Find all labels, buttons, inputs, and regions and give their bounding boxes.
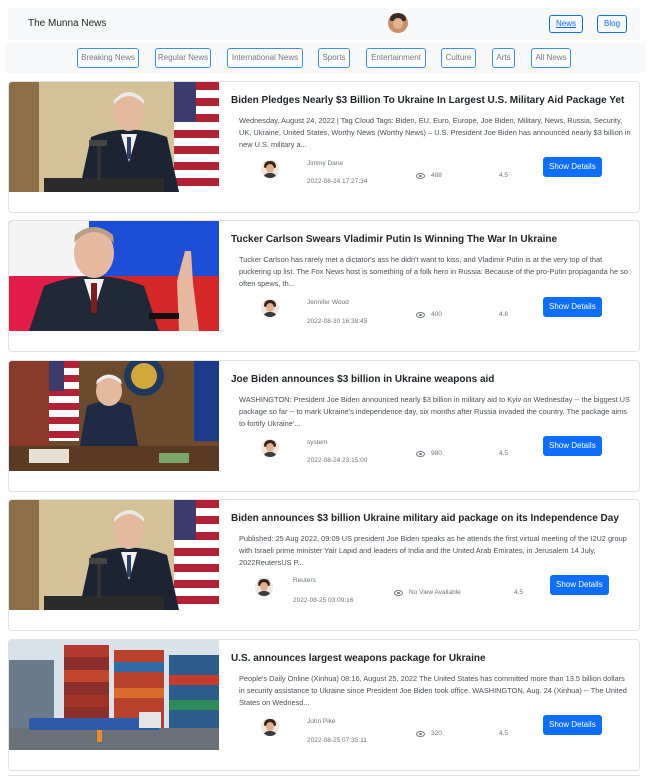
article-title[interactable]: Tucker Carlson Swears Vladimir Putin Is … <box>231 234 631 245</box>
author-name: Reuters <box>293 577 316 584</box>
show-details-button[interactable]: Show Details <box>550 575 609 595</box>
eye-icon <box>416 450 425 457</box>
cargo-port-photo <box>9 640 219 750</box>
category-bar: Breaking News Regular News International… <box>5 43 645 73</box>
view-count: 488 <box>416 172 442 179</box>
article-excerpt: People's Daily Online (Xinhua) 08:16, Au… <box>239 674 627 707</box>
author-avatar <box>261 299 279 317</box>
next-card-edge <box>8 775 640 780</box>
view-count: 320 <box>416 730 442 737</box>
author-name: system <box>307 439 328 446</box>
news-card: U.S. announces largest weapons package f… <box>8 639 640 771</box>
eye-icon <box>416 172 425 179</box>
show-details-button[interactable]: Show Details <box>543 436 602 456</box>
author-avatar <box>261 718 279 736</box>
eye-icon <box>416 730 425 737</box>
view-count: 980 <box>416 450 442 457</box>
article-excerpt: Published: 25 Aug 2022, 09:09 US preside… <box>239 534 627 567</box>
publish-date: 2022-08-25 03:09:16 <box>293 597 354 604</box>
publish-date: 2022-08-24 17:27:34 <box>307 178 368 185</box>
article-excerpt: Tucker Carlson has rarely met a dictator… <box>239 255 628 288</box>
publish-date: 2022-08-25 07:35:11 <box>307 737 367 744</box>
category-regular-news[interactable]: Regular News <box>155 48 211 68</box>
category-sports[interactable]: Sports <box>318 48 350 68</box>
author-avatar <box>261 160 279 178</box>
rating: 4.5 <box>499 730 509 737</box>
rating: 4.5 <box>499 172 509 179</box>
article-title[interactable]: Biden Pledges Nearly $3 Billion To Ukrai… <box>231 95 631 106</box>
biden-podium-photo <box>9 82 219 192</box>
author-name: Jimmy Dane <box>307 160 344 167</box>
rating: 4.8 <box>499 311 509 318</box>
article-title[interactable]: U.S. announces largest weapons package f… <box>231 653 631 664</box>
article-title[interactable]: Joe Biden announces $3 billion in Ukrain… <box>231 374 631 385</box>
brand-name[interactable]: The Munna News <box>28 18 106 29</box>
category-arts[interactable]: Arts <box>492 48 515 68</box>
eye-icon <box>394 589 403 596</box>
profile-avatar[interactable] <box>388 13 408 33</box>
news-card: Joe Biden announces $3 billion in Ukrain… <box>8 360 640 492</box>
news-card: Biden announces $3 billion Ukraine milit… <box>8 499 640 631</box>
blog-button[interactable]: Blog <box>597 15 628 33</box>
category-breaking-news[interactable]: Breaking News <box>77 48 139 68</box>
category-culture[interactable]: Culture <box>441 48 476 68</box>
news-card: Tucker Carlson Swears Vladimir Putin Is … <box>8 220 640 352</box>
biden-desk-photo <box>9 361 219 471</box>
publish-date: 2022-08-24 23:15:00 <box>307 457 368 464</box>
author-avatar <box>261 439 279 457</box>
putin-speaking-photo <box>9 221 219 331</box>
author-avatar <box>255 578 273 596</box>
show-details-button[interactable]: Show Details <box>543 157 602 177</box>
show-details-button[interactable]: Show Details <box>543 715 602 735</box>
article-excerpt: WASHINGTON: President Joe Biden announce… <box>239 395 630 428</box>
rating: 4.5 <box>514 589 524 596</box>
category-entertainment[interactable]: Entertainment <box>366 48 426 68</box>
news-button[interactable]: News <box>549 15 584 33</box>
show-details-button[interactable]: Show Details <box>543 297 602 317</box>
author-name: Jennifer Wood <box>307 299 349 306</box>
publish-date: 2022-08-30 16:38:45 <box>307 318 368 325</box>
author-name: John Pike <box>307 718 336 725</box>
category-international-news[interactable]: International News <box>227 48 303 68</box>
top-navbar: The Munna News News Blog <box>8 8 640 40</box>
view-count: No View Available <box>394 589 461 596</box>
eye-icon <box>416 311 425 318</box>
rating: 4.5 <box>499 450 509 457</box>
category-all-news[interactable]: All News <box>531 48 571 68</box>
article-excerpt: Wednesday, August 24, 2022 | Tag Cloud T… <box>239 116 631 149</box>
view-count: 400 <box>416 311 442 318</box>
biden-podium-photo <box>9 500 219 610</box>
news-card: Biden Pledges Nearly $3 Billion To Ukrai… <box>8 81 640 213</box>
article-title[interactable]: Biden announces $3 billion Ukraine milit… <box>231 513 631 524</box>
